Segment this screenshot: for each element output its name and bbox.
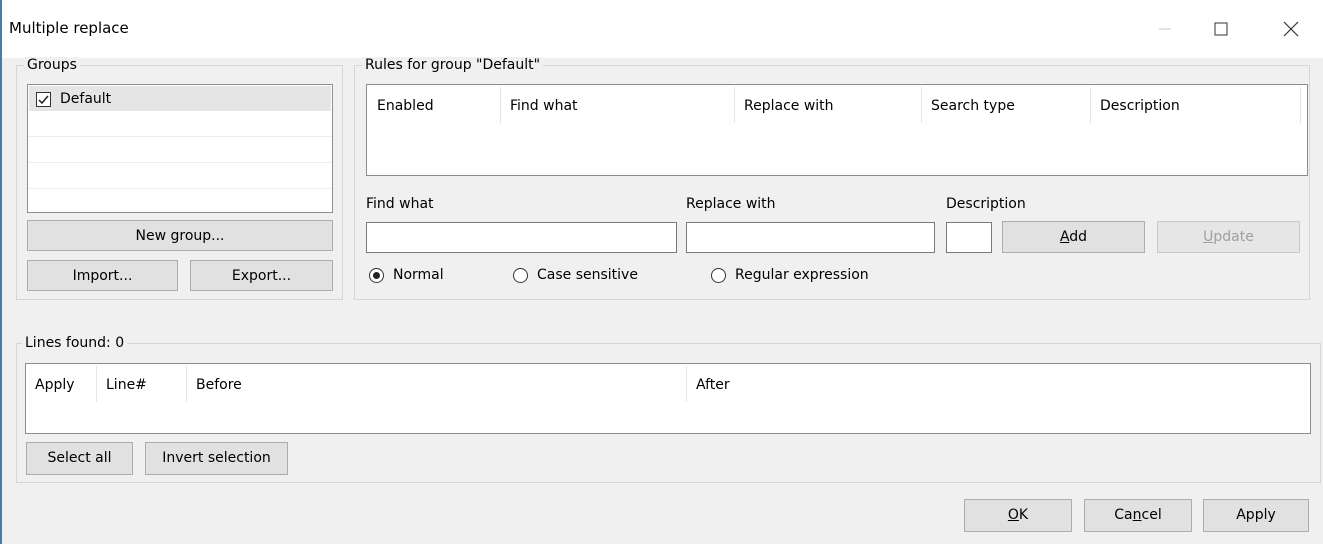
update-label-post: pdate [1213, 229, 1254, 245]
col-find-what[interactable]: Find what [510, 98, 578, 114]
description-input[interactable] [946, 222, 992, 253]
col-separator [734, 87, 735, 123]
col-separator [1300, 87, 1301, 123]
ok-label-post: K [1018, 507, 1029, 523]
default-checkbox[interactable] [36, 92, 51, 107]
ok-label-key: O [1007, 507, 1019, 523]
radio-case-sensitive[interactable]: Case sensitive [513, 266, 653, 286]
cancel-label-post: cel [1141, 507, 1162, 523]
col-enabled[interactable]: Enabled [377, 98, 434, 114]
maximize-icon [1214, 22, 1228, 36]
add-button[interactable]: Add [1002, 221, 1145, 253]
rules-table[interactable]: Enabled Find what Replace with Search ty… [366, 84, 1308, 176]
ok-button[interactable]: OK [964, 499, 1072, 532]
find-what-input[interactable] [366, 222, 677, 253]
radio-regex-label: Regular expression [735, 267, 869, 283]
window-border [0, 58, 2, 544]
radio-normal-circle[interactable] [369, 268, 384, 283]
close-button[interactable] [1271, 12, 1311, 46]
window-title: Multiple replace [9, 19, 129, 37]
radio-normal-label: Normal [393, 267, 444, 283]
description-label: Description [946, 196, 1026, 212]
radio-regex[interactable]: Regular expression [711, 266, 891, 286]
col-separator [1090, 87, 1091, 123]
col-separator [921, 87, 922, 123]
col-description[interactable]: Description [1100, 98, 1180, 114]
cancel-label-key: n [1132, 507, 1142, 523]
groups-list[interactable]: Default [27, 84, 333, 213]
replace-with-label: Replace with [686, 196, 776, 212]
col-line-number[interactable]: Line# [106, 377, 147, 393]
row-divider [29, 188, 331, 189]
radio-case-label: Case sensitive [537, 267, 638, 283]
col-replace-with[interactable]: Replace with [744, 98, 834, 114]
lines-table[interactable]: Apply Line# Before After [25, 363, 1311, 434]
lines-found-label: Lines found: 0 [22, 335, 128, 351]
checkmark-icon [38, 95, 49, 105]
col-separator [686, 366, 687, 402]
list-item-default[interactable]: Default [29, 86, 331, 111]
title-bar [0, 0, 1323, 58]
col-separator [186, 366, 187, 402]
cancel-button[interactable]: Cancel [1084, 499, 1192, 532]
update-label-key: U [1203, 229, 1214, 245]
radio-normal[interactable]: Normal [369, 266, 459, 286]
update-button[interactable]: Update [1157, 221, 1300, 253]
rules-label: Rules for group "Default" [362, 57, 544, 73]
col-search-type[interactable]: Search type [931, 98, 1015, 114]
replace-with-input[interactable] [686, 222, 935, 253]
col-separator [500, 87, 501, 123]
col-before[interactable]: Before [196, 377, 242, 393]
minimize-button[interactable] [1145, 12, 1185, 46]
radio-selected-dot [373, 272, 380, 279]
find-what-label: Find what [366, 196, 434, 212]
list-item-label: Default [60, 91, 112, 107]
radio-regex-circle[interactable] [711, 268, 726, 283]
new-group-button[interactable]: New group... [27, 220, 333, 251]
col-separator [96, 366, 97, 402]
apply-button[interactable]: Apply [1203, 499, 1309, 532]
row-divider [29, 136, 331, 137]
select-all-button[interactable]: Select all [26, 442, 133, 475]
export-button[interactable]: Export... [190, 260, 333, 291]
col-apply[interactable]: Apply [35, 377, 75, 393]
add-label-key: A [1059, 229, 1070, 245]
add-label-post: dd [1069, 229, 1088, 245]
row-divider [29, 162, 331, 163]
minimize-icon [1159, 28, 1171, 30]
col-after[interactable]: After [696, 377, 730, 393]
groups-label: Groups [24, 57, 80, 73]
maximize-button[interactable] [1201, 12, 1241, 46]
close-icon [1283, 21, 1299, 37]
radio-case-circle[interactable] [513, 268, 528, 283]
cancel-label-pre: Ca [1114, 507, 1133, 523]
invert-selection-button[interactable]: Invert selection [145, 442, 288, 475]
import-button[interactable]: Import... [27, 260, 178, 291]
